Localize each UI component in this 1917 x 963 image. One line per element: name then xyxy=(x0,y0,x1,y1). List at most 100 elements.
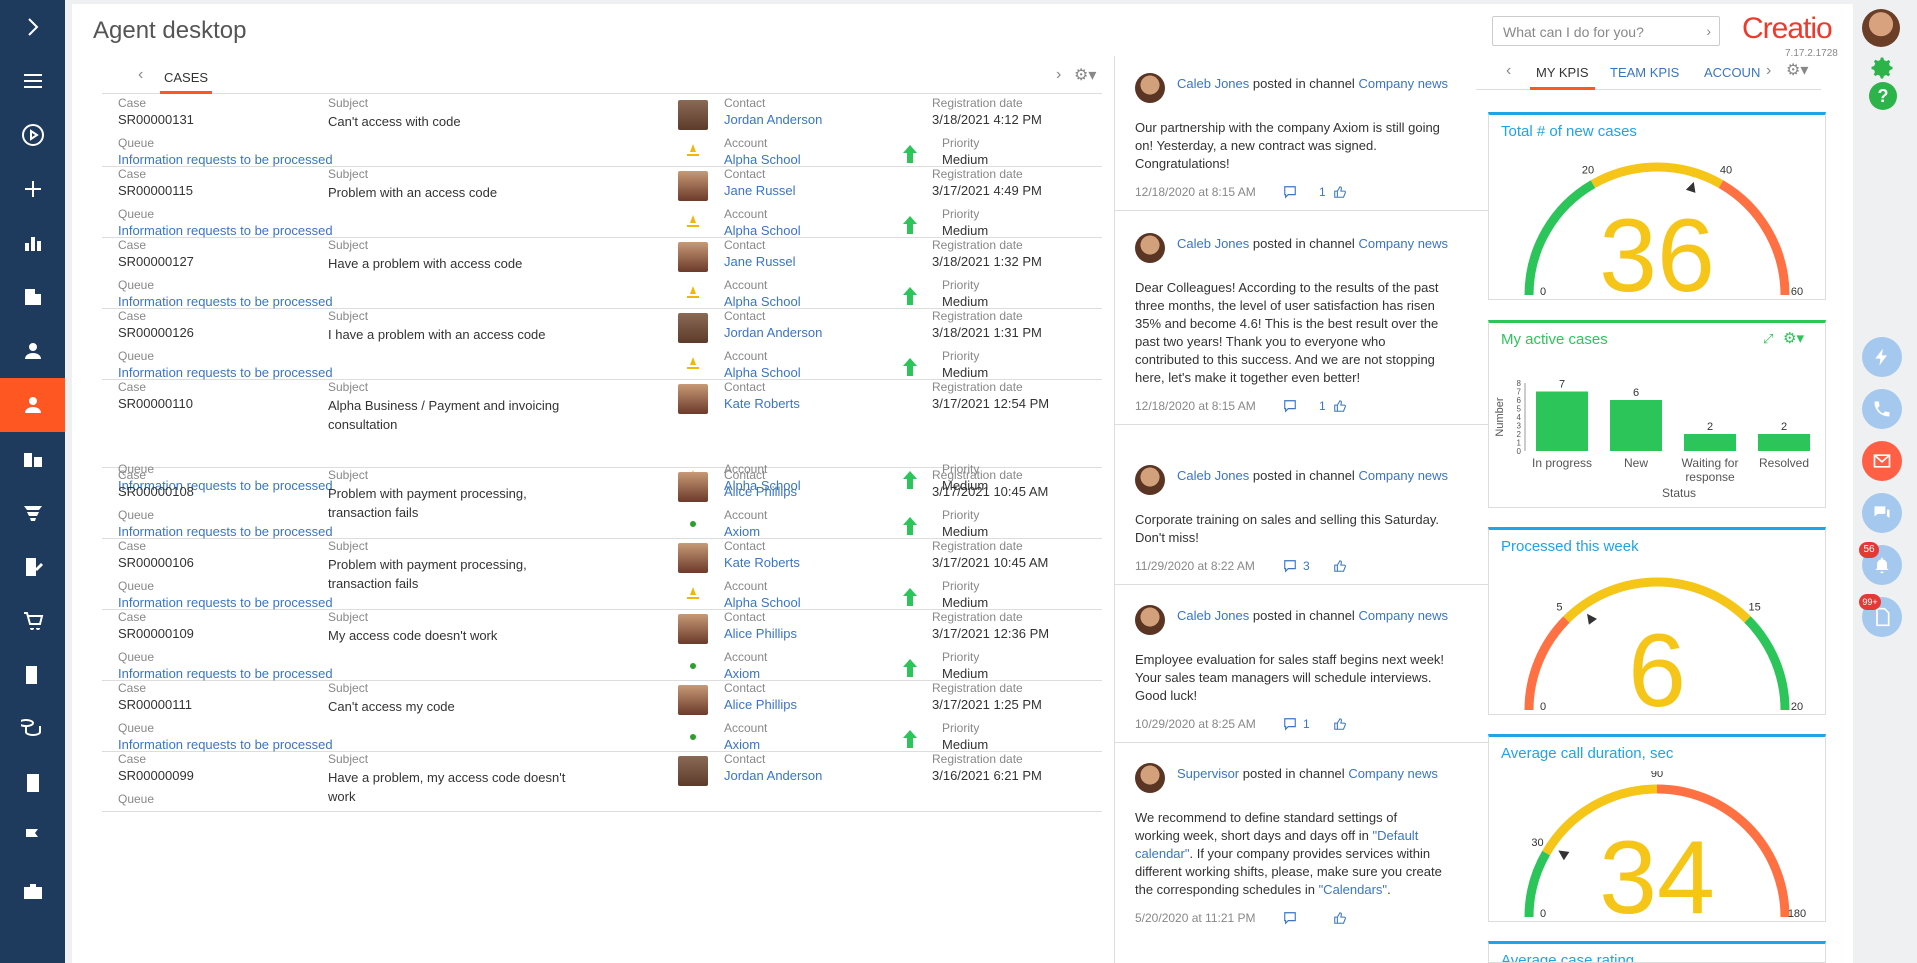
case-queue-link[interactable]: Information requests to be processed xyxy=(118,294,333,309)
nav-user[interactable] xyxy=(0,324,65,378)
like-icon[interactable] xyxy=(1333,559,1347,573)
case-row[interactable]: Case SR00000111 Subject Can't access my cod… xyxy=(102,681,1102,752)
contact-link[interactable]: Alice Phillips xyxy=(724,626,797,641)
author-avatar[interactable] xyxy=(1135,233,1165,263)
author-link[interactable]: Caleb Jones xyxy=(1177,76,1249,91)
nav-funnel[interactable] xyxy=(0,486,65,540)
kpi-title[interactable]: My active cases xyxy=(1501,331,1608,348)
channel-link[interactable]: Company news xyxy=(1358,608,1448,623)
author-link[interactable]: Supervisor xyxy=(1177,766,1239,781)
kpi-title[interactable]: Total # of new cases xyxy=(1501,123,1637,140)
tab-team-kpis[interactable]: TEAM KPIS xyxy=(1610,65,1679,80)
case-number[interactable]: SR00000115 xyxy=(118,183,193,198)
case-number[interactable]: SR00000131 xyxy=(118,112,194,127)
phone-icon[interactable] xyxy=(1862,389,1902,429)
chevron-right-icon[interactable]: › xyxy=(1766,62,1771,80)
comment-icon[interactable] xyxy=(1283,559,1297,573)
comment-icon[interactable] xyxy=(1283,911,1297,925)
help-icon[interactable]: ? xyxy=(1869,82,1897,110)
case-queue-link[interactable]: Information requests to be processed xyxy=(118,524,333,539)
author-link[interactable]: Caleb Jones xyxy=(1177,236,1249,251)
like-icon[interactable] xyxy=(1333,399,1347,413)
nav-flag[interactable] xyxy=(0,810,65,864)
contact-link[interactable]: Kate Roberts xyxy=(724,396,800,411)
gear-icon[interactable]: ⚙▾ xyxy=(1783,329,1804,347)
nav-plus[interactable] xyxy=(0,162,65,216)
case-queue-link[interactable]: Information requests to be processed xyxy=(118,666,333,681)
contact-link[interactable]: Alice Phillips xyxy=(724,484,797,499)
bar[interactable] xyxy=(1758,434,1810,451)
creatio-logo[interactable]: Creatio xyxy=(1742,12,1833,46)
bar[interactable] xyxy=(1684,434,1736,451)
email-icon[interactable] xyxy=(1862,441,1902,481)
nav-play[interactable] xyxy=(0,108,65,162)
account-link[interactable]: Alpha School xyxy=(724,595,801,610)
chevron-left-icon[interactable]: ‹ xyxy=(138,66,143,84)
author-avatar[interactable] xyxy=(1135,605,1165,635)
case-number[interactable]: SR00000108 xyxy=(118,484,194,499)
nav-coins[interactable] xyxy=(0,702,65,756)
author-avatar[interactable] xyxy=(1135,73,1165,103)
case-row[interactable]: Case SR00000108 Subject Problem with paymen… xyxy=(102,468,1102,539)
case-queue-link[interactable]: Information requests to be processed xyxy=(118,365,333,380)
case-row[interactable]: Case SR00000110 Subject Alpha Business / Pa… xyxy=(102,380,1102,493)
channel-link[interactable]: Company news xyxy=(1358,236,1448,251)
chevron-left-icon[interactable]: ‹ xyxy=(1506,62,1511,80)
kpi-title[interactable]: Average case rating xyxy=(1501,952,1634,962)
tab-cases[interactable]: CASES xyxy=(160,56,213,94)
contact-link[interactable]: Kate Roberts xyxy=(724,555,800,570)
kpi-title[interactable]: Processed this week xyxy=(1501,538,1639,555)
case-queue-link[interactable]: Information requests to be processed xyxy=(118,223,333,238)
author-avatar[interactable] xyxy=(1135,763,1165,793)
nav-chevron-right[interactable] xyxy=(0,0,65,54)
like-icon[interactable] xyxy=(1333,911,1347,925)
user-avatar[interactable] xyxy=(1862,9,1900,47)
channel-link[interactable]: Company news xyxy=(1358,76,1448,91)
bar[interactable] xyxy=(1536,391,1588,452)
account-link[interactable]: Alpha School xyxy=(724,294,801,309)
gear-icon[interactable]: ⚙▾ xyxy=(1074,65,1096,85)
nav-invoice[interactable] xyxy=(0,756,65,810)
kpi-title[interactable]: Average call duration, sec xyxy=(1501,745,1673,762)
account-link[interactable]: Axiom xyxy=(724,524,760,539)
author-link[interactable]: Caleb Jones xyxy=(1177,608,1249,623)
case-row[interactable]: Case SR00000109 Subject My access code does… xyxy=(102,610,1102,681)
case-number[interactable]: SR00000111 xyxy=(118,697,192,712)
like-icon[interactable] xyxy=(1333,185,1347,199)
nav-accounts[interactable] xyxy=(0,432,65,486)
tab-my-kpis[interactable]: MY KPIS xyxy=(1530,52,1595,90)
case-row[interactable]: Case SR00000099 Subject Have a problem, my … xyxy=(102,752,1102,812)
command-line-input[interactable]: What can I do for you? › xyxy=(1492,16,1720,46)
nav-document-edit[interactable] xyxy=(0,540,65,594)
chevron-right-icon[interactable]: › xyxy=(1706,23,1711,39)
case-row[interactable]: Case SR00000115 Subject Problem with an acc… xyxy=(102,167,1102,238)
gear-icon[interactable] xyxy=(1864,50,1900,86)
case-row[interactable]: Case SR00000106 Subject Problem with paymen… xyxy=(102,539,1102,610)
case-number[interactable]: SR00000110 xyxy=(118,396,193,411)
nav-menu[interactable] xyxy=(0,54,65,108)
account-link[interactable]: Alpha School xyxy=(724,152,801,167)
account-link[interactable]: Axiom xyxy=(724,666,760,681)
author-link[interactable]: Caleb Jones xyxy=(1177,468,1249,483)
chat-icon[interactable] xyxy=(1862,493,1902,533)
nav-briefcase[interactable] xyxy=(0,864,65,918)
account-link[interactable]: Alpha School xyxy=(724,365,801,380)
account-link[interactable]: Alpha School xyxy=(724,223,801,238)
ai-assistant-icon[interactable] xyxy=(1862,337,1902,377)
case-number[interactable]: SR00000099 xyxy=(118,768,194,783)
comment-icon[interactable] xyxy=(1283,399,1297,413)
gear-icon[interactable]: ⚙▾ xyxy=(1786,60,1808,80)
like-icon[interactable] xyxy=(1333,717,1347,731)
case-queue-link[interactable]: Information requests to be processed xyxy=(118,152,333,167)
nav-agent[interactable] xyxy=(0,378,65,432)
contact-link[interactable]: Jordan Anderson xyxy=(724,768,822,783)
case-number[interactable]: SR00000106 xyxy=(118,555,194,570)
case-number[interactable]: SR00000126 xyxy=(118,325,194,340)
contact-link[interactable]: Alice Phillips xyxy=(724,697,797,712)
channel-link[interactable]: Company news xyxy=(1358,468,1448,483)
channel-link[interactable]: Company news xyxy=(1348,766,1438,781)
case-row[interactable]: Case SR00000127 Subject Have a problem with… xyxy=(102,238,1102,309)
nav-contract[interactable] xyxy=(0,648,65,702)
expand-icon[interactable]: ⤢ xyxy=(1763,331,1773,347)
case-queue-link[interactable]: Information requests to be processed xyxy=(118,595,333,610)
